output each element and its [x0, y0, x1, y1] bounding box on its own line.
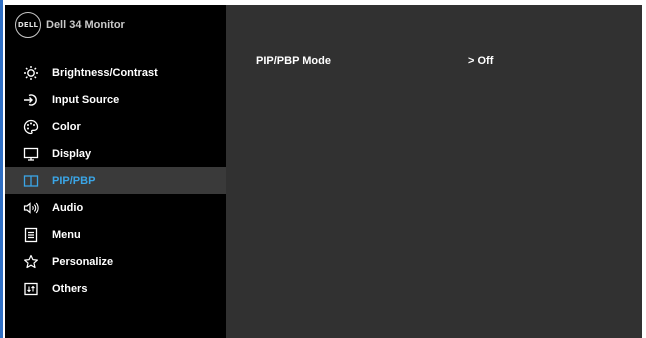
- menu-item-label: Personalize: [52, 255, 114, 268]
- sidebar: DELL Dell 34 Monitor Brightness/Contrast…: [5, 5, 226, 338]
- pip-pbp-icon: [22, 172, 40, 190]
- monitor-title: Dell 34 Monitor: [46, 19, 125, 31]
- pip-pbp-mode-row[interactable]: PIP/PBP Mode > Off: [256, 55, 636, 71]
- menu-item-display[interactable]: Display: [5, 140, 226, 167]
- menu-item-menu[interactable]: Menu: [5, 221, 226, 248]
- menu-item-personalize[interactable]: Personalize: [5, 248, 226, 275]
- menu-item-label: Color: [52, 120, 81, 133]
- menu-item-audio[interactable]: Audio: [5, 194, 226, 221]
- input-source-icon: [22, 91, 40, 109]
- menu-list: Brightness/Contrast Input Source Color D…: [5, 59, 226, 302]
- dell-logo: DELL: [15, 12, 41, 38]
- menu-item-label: Display: [52, 147, 92, 160]
- menu-item-brightness-contrast[interactable]: Brightness/Contrast: [5, 59, 226, 86]
- setting-value[interactable]: > Off: [468, 55, 493, 67]
- menu-item-label: Others: [52, 282, 88, 295]
- menu-item-label: PIP/PBP: [52, 174, 96, 187]
- osd-menu: DELL Dell 34 Monitor Brightness/Contrast…: [5, 5, 642, 338]
- osd-header: DELL Dell 34 Monitor: [15, 11, 125, 39]
- menu-item-others[interactable]: Others: [5, 275, 226, 302]
- menu-item-pip-pbp[interactable]: PIP/PBP: [5, 167, 226, 194]
- menu-item-input-source[interactable]: Input Source: [5, 86, 226, 113]
- display-icon: [22, 145, 40, 163]
- star-icon: [22, 253, 40, 271]
- menu-item-color[interactable]: Color: [5, 113, 226, 140]
- settings-panel: PIP/PBP Mode > Off: [226, 5, 642, 338]
- menu-item-label: Brightness/Contrast: [52, 66, 158, 79]
- others-icon: [22, 280, 40, 298]
- menu-item-label: Menu: [52, 228, 81, 241]
- audio-icon: [22, 199, 40, 217]
- color-palette-icon: [22, 118, 40, 136]
- menu-icon: [22, 226, 40, 244]
- window-frame-edge: [0, 0, 3, 338]
- brightness-icon: [22, 64, 40, 82]
- menu-item-label: Input Source: [52, 93, 120, 106]
- menu-item-label: Audio: [52, 201, 84, 214]
- setting-label: PIP/PBP Mode: [256, 55, 331, 67]
